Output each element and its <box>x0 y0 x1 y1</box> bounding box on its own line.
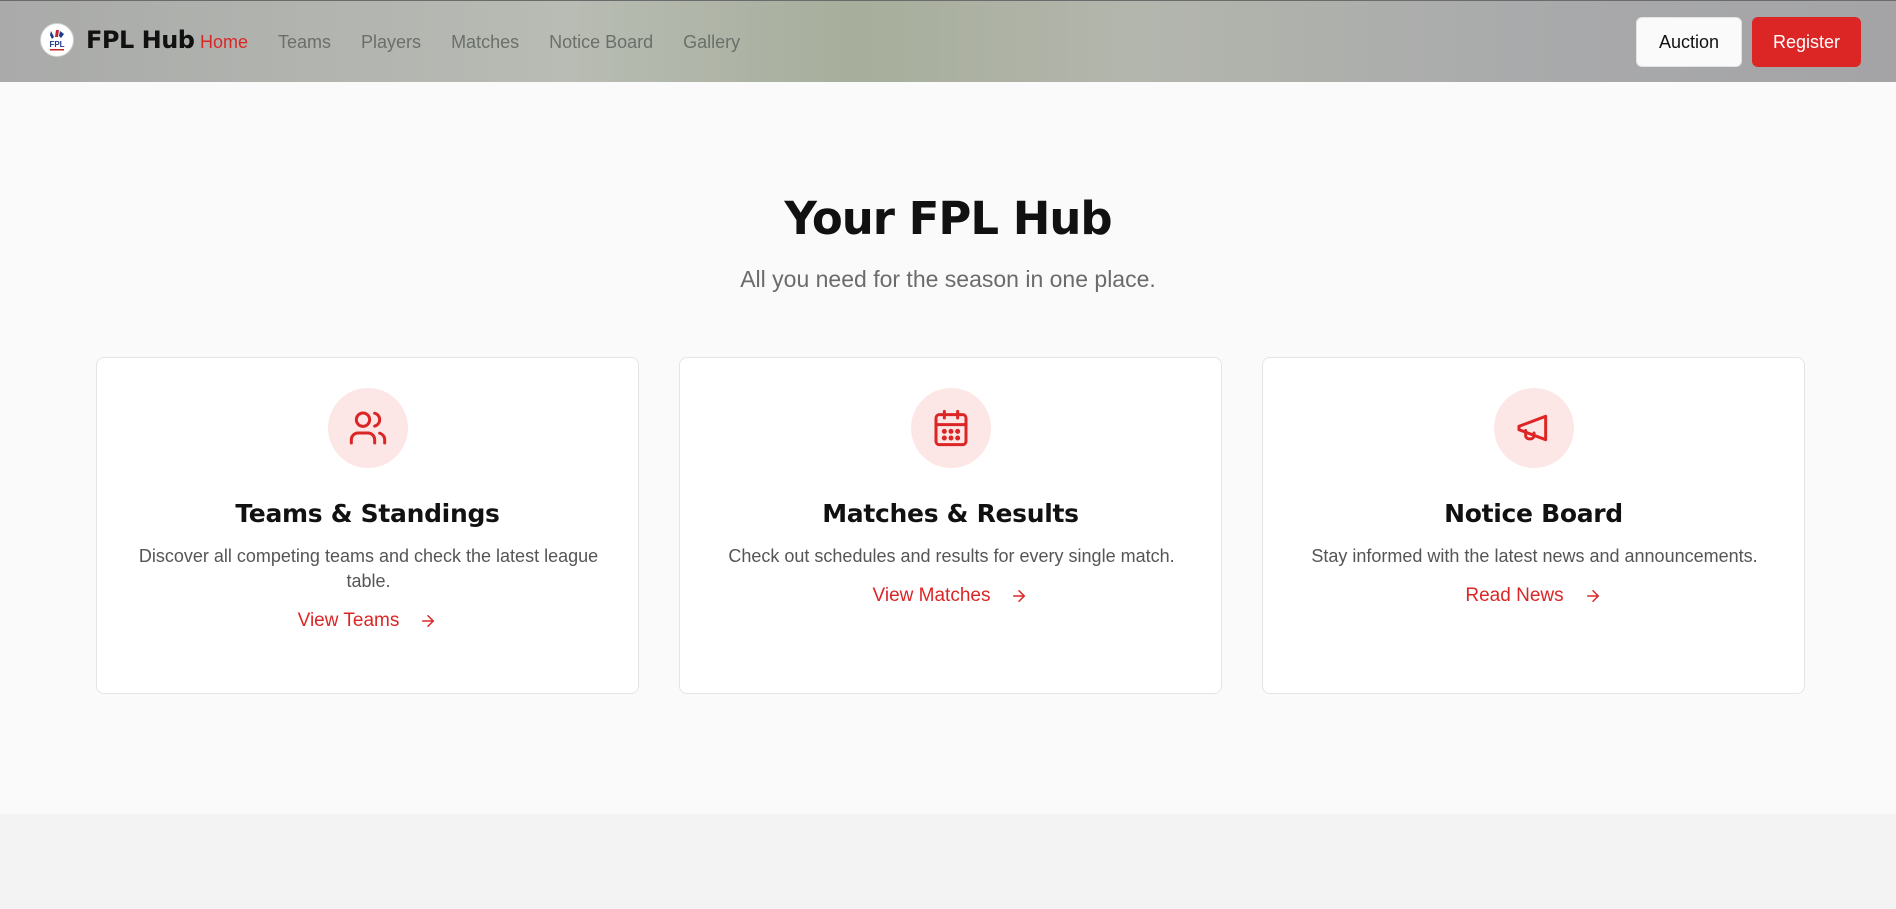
main-content: Your FPL Hub All you need for the season… <box>0 82 1896 814</box>
view-teams-link[interactable]: View Teams <box>97 610 638 632</box>
page-title: Your FPL Hub <box>784 192 1112 245</box>
brand[interactable]: FPL FPL Hub <box>40 23 195 57</box>
top-navbar: FPL FPL Hub Home Teams Players Matches N… <box>0 0 1896 82</box>
link-label: View Teams <box>297 610 400 631</box>
card-teams-standings: Teams & Standings Discover all competing… <box>96 357 639 694</box>
card-matches-results: Matches & Results Check out schedules an… <box>679 357 1222 694</box>
svg-text:FPL: FPL <box>49 40 64 49</box>
users-icon <box>328 388 408 468</box>
calendar-icon <box>911 388 991 468</box>
nav-home[interactable]: Home <box>200 32 248 53</box>
read-news-link[interactable]: Read News <box>1263 585 1804 607</box>
link-label: View Matches <box>872 585 991 606</box>
footer-band <box>0 814 1896 909</box>
fpl-logo-icon: FPL <box>40 23 74 57</box>
main-nav: Home Teams Players Matches Notice Board … <box>200 1 770 83</box>
nav-gallery[interactable]: Gallery <box>683 32 740 53</box>
arrow-right-icon <box>419 612 437 630</box>
card-title: Teams & Standings <box>235 499 500 528</box>
nav-teams[interactable]: Teams <box>278 32 331 53</box>
nav-matches[interactable]: Matches <box>451 32 519 53</box>
card-description: Stay informed with the latest news and a… <box>1311 546 1758 566</box>
card-title: Notice Board <box>1444 499 1623 528</box>
card-title: Matches & Results <box>822 499 1079 528</box>
auction-button[interactable]: Auction <box>1636 17 1742 67</box>
nav-notice-board[interactable]: Notice Board <box>549 32 653 53</box>
arrow-right-icon <box>1010 587 1028 605</box>
brand-name: FPL Hub <box>86 26 195 54</box>
arrow-right-icon <box>1584 587 1602 605</box>
card-notice-board: Notice Board Stay informed with the late… <box>1262 357 1805 694</box>
card-description: Check out schedules and results for ever… <box>728 546 1175 566</box>
view-matches-link[interactable]: View Matches <box>680 585 1221 607</box>
page-subtitle: All you need for the season in one place… <box>740 266 1156 292</box>
megaphone-icon <box>1494 388 1574 468</box>
register-button[interactable]: Register <box>1752 17 1861 67</box>
link-label: Read News <box>1465 585 1564 606</box>
card-description: Discover all competing teams and check t… <box>138 546 599 591</box>
nav-players[interactable]: Players <box>361 32 421 53</box>
